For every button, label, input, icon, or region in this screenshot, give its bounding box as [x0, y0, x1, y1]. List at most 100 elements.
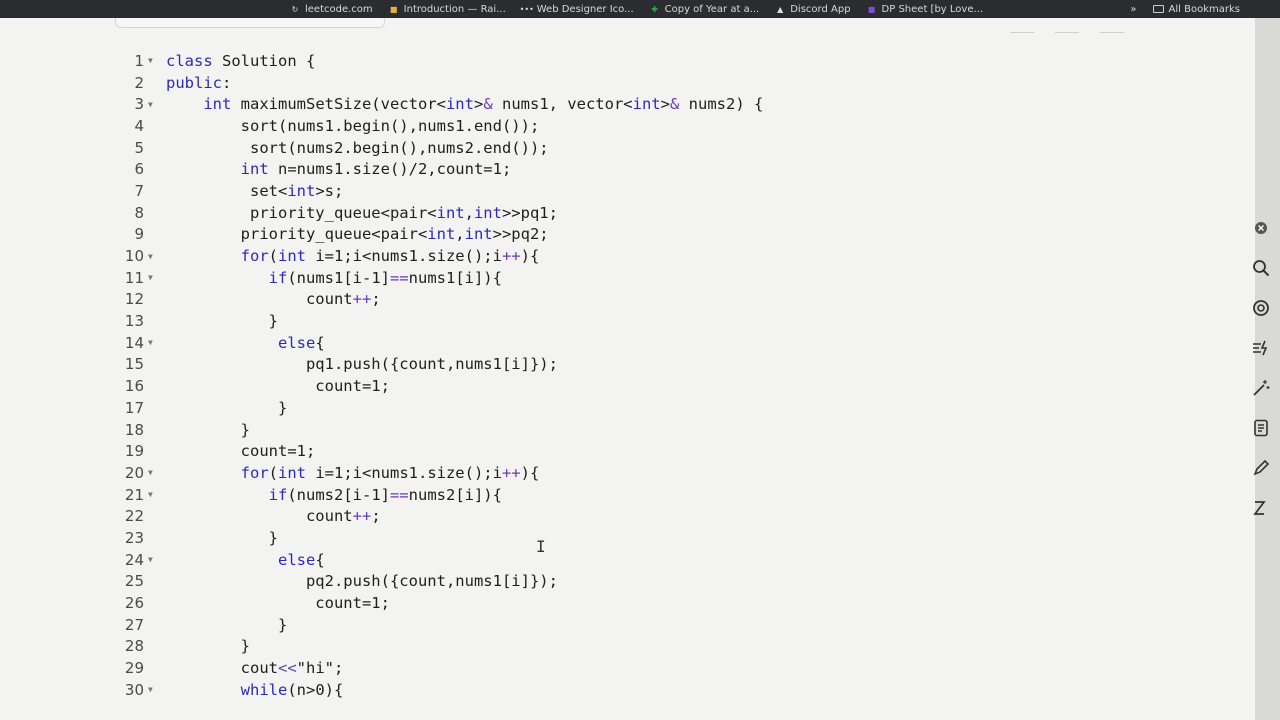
line-number: 28	[124, 637, 144, 656]
code-line[interactable]: 9 priority_queue<pair<int,int>>pq2;	[118, 224, 1018, 246]
code-line[interactable]: 19 count=1;	[118, 440, 1018, 462]
bookmark-discord[interactable]: ▲ Discord App	[767, 4, 858, 15]
code-line[interactable]: 4 sort(nums1.begin(),nums1.end());	[118, 115, 1018, 137]
code-text: sort(nums2.begin(),nums2.end());	[166, 138, 549, 157]
fold-arrow-icon[interactable]: ▼	[144, 100, 166, 109]
code-text: priority_queue<pair<int,int>>pq1;	[166, 203, 558, 222]
code-line[interactable]: 1 ▼ class Solution {	[118, 50, 1018, 72]
format-icon[interactable]	[1249, 336, 1273, 360]
code-area[interactable]: 1 ▼ class Solution {2 public: 3 ▼ int maximum…	[118, 50, 1018, 701]
code-text: for(int i=1;i<nums1.size();i++){	[240, 247, 540, 266]
line-number: 14	[124, 333, 144, 352]
line-number: 23	[124, 528, 144, 547]
code-text: int maximumSetSize(vector<int>& nums1, v…	[203, 95, 764, 114]
code-text: }	[166, 420, 250, 439]
code-text: set<int>s;	[166, 181, 344, 200]
chevron-right-icon: »	[1130, 3, 1137, 15]
code-line[interactable]: 18 }	[118, 419, 1018, 441]
bookmark-introduction[interactable]: ■ Introduction — Rai...	[381, 4, 514, 15]
toolbar-button[interactable]	[1010, 27, 1034, 33]
tab-strip	[115, 18, 385, 28]
fold-arrow-icon[interactable]: ▼	[144, 490, 166, 499]
line-number: 15	[124, 355, 144, 374]
line-number: 16	[124, 377, 144, 396]
code-line[interactable]: 30 ▼ while(n>0){	[118, 679, 1018, 701]
code-line[interactable]: 24 ▼ else{	[118, 549, 1018, 571]
side-toolbar	[1242, 210, 1280, 720]
code-line[interactable]: 27 }	[118, 614, 1018, 636]
line-number: 24	[124, 550, 144, 569]
notes-icon[interactable]	[1249, 416, 1273, 440]
bookmarks-overflow[interactable]: »	[1122, 4, 1144, 15]
close-icon[interactable]	[1249, 216, 1273, 240]
line-number: 30	[124, 680, 144, 699]
bookmark-year[interactable]: ✚ Copy of Year at a...	[642, 4, 768, 15]
code-text: count=1;	[166, 377, 390, 396]
all-bookmarks[interactable]: All Bookmarks	[1145, 4, 1280, 15]
code-line[interactable]: 21 ▼ if(nums2[i-1]==nums2[i]){	[118, 484, 1018, 506]
toolbar-button[interactable]	[1100, 27, 1125, 33]
line-number: 19	[124, 442, 144, 461]
code-text: count++;	[166, 507, 381, 526]
fold-arrow-icon[interactable]: ▼	[144, 685, 166, 694]
code-line[interactable]: 7 set<int>s;	[118, 180, 1018, 202]
line-number: 4	[134, 116, 144, 135]
code-line[interactable]: 3 ▼ int maximumSetSize(vector<int>& nums1…	[118, 93, 1018, 115]
fold-arrow-icon[interactable]: ▼	[144, 252, 166, 261]
fold-arrow-icon[interactable]: ▼	[144, 273, 166, 282]
toolbar-button[interactable]	[1055, 27, 1080, 33]
line-number: 29	[124, 659, 144, 678]
line-number: 25	[124, 572, 144, 591]
code-line[interactable]: 13 }	[118, 310, 1018, 332]
code-text: sort(nums1.begin(),nums1.end());	[166, 116, 540, 135]
fold-arrow-icon[interactable]: ▼	[144, 56, 166, 65]
code-line[interactable]: 8 priority_queue<pair<int,int>>pq1;	[118, 202, 1018, 224]
code-text: count=1;	[166, 594, 390, 613]
code-line[interactable]: 29 cout<<"hi";	[118, 657, 1018, 679]
code-line[interactable]: 20 ▼ for(int i=1;i<nums1.size();i++){	[118, 462, 1018, 484]
code-text: int n=nums1.size()/2,count=1;	[240, 160, 512, 179]
folder-icon	[1152, 5, 1164, 13]
code-text: else{	[277, 333, 325, 352]
settings-icon[interactable]	[1249, 296, 1273, 320]
line-number: 27	[124, 615, 144, 634]
pen-icon[interactable]	[1249, 456, 1273, 480]
code-text: }	[166, 312, 278, 331]
code-text: class Solution {	[166, 51, 316, 70]
triangle-icon: ▲	[777, 4, 784, 14]
code-line[interactable]: 25 pq2.push({count,nums1[i]});	[118, 571, 1018, 593]
search-icon[interactable]	[1249, 256, 1273, 280]
code-line[interactable]: 16 count=1;	[118, 375, 1018, 397]
code-text: priority_queue<pair<int,int>>pq2;	[166, 225, 549, 244]
line-number: 5	[134, 138, 144, 157]
fold-arrow-icon[interactable]: ▼	[144, 468, 166, 477]
line-number: 10	[124, 247, 144, 266]
code-line[interactable]: 2 public:	[118, 72, 1018, 94]
line-number: 18	[124, 420, 144, 439]
code-line[interactable]: 28 }	[118, 636, 1018, 658]
code-line[interactable]: 15 pq1.push({count,nums1[i]});	[118, 354, 1018, 376]
magic-icon[interactable]	[1249, 376, 1273, 400]
code-line[interactable]: 10 ▼ for(int i=1;i<nums1.size();i++){	[118, 245, 1018, 267]
code-line[interactable]: 11 ▼ if(nums1[i-1]==nums1[i]){	[118, 267, 1018, 289]
bookmark-web-designer[interactable]: ••• Web Designer Ico...	[514, 4, 642, 15]
bookmark-dp-sheet[interactable]: ■ DP Sheet [by Love...	[859, 4, 991, 15]
code-line[interactable]: 22 count++;	[118, 505, 1018, 527]
code-line[interactable]: 26 count=1;	[118, 592, 1018, 614]
code-line[interactable]: 12 count++;	[118, 289, 1018, 311]
code-line[interactable]: 23 }	[118, 527, 1018, 549]
line-number: 3	[134, 95, 144, 114]
code-line[interactable]: 5 sort(nums2.begin(),nums2.end());	[118, 137, 1018, 159]
line-number: 21	[124, 485, 144, 504]
line-number: 1	[134, 51, 144, 70]
fold-arrow-icon[interactable]: ▼	[144, 338, 166, 347]
fold-arrow-icon[interactable]: ▼	[144, 555, 166, 564]
code-text: if(nums1[i-1]==nums1[i]){	[268, 268, 502, 287]
line-number: 22	[124, 507, 144, 526]
sleep-icon[interactable]	[1249, 496, 1273, 520]
code-line[interactable]: 17 }	[118, 397, 1018, 419]
code-line[interactable]: 6 int n=nums1.size()/2,count=1;	[118, 158, 1018, 180]
code-editor[interactable]: 1 ▼ class Solution {2 public: 3 ▼ int maximum…	[0, 18, 1255, 720]
bookmark-leetcode[interactable]: ↻ leetcode.com	[0, 4, 381, 15]
code-line[interactable]: 14 ▼ else{	[118, 332, 1018, 354]
